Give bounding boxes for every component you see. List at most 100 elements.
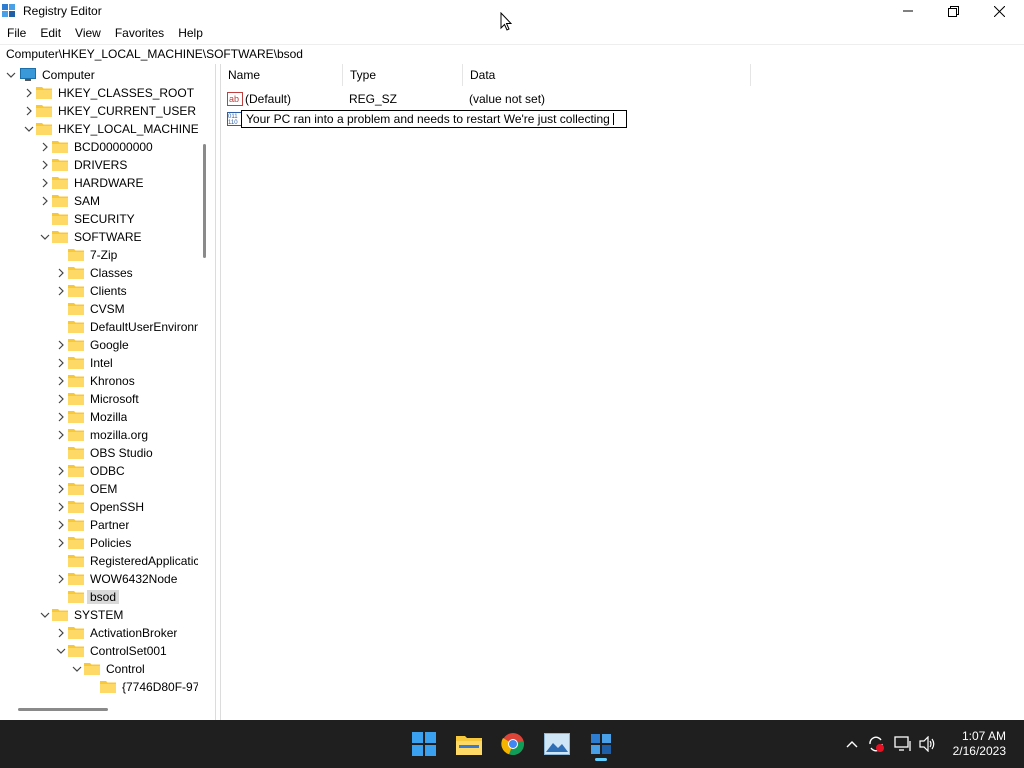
tree-item[interactable]: mozilla.org xyxy=(0,426,200,444)
tree-item[interactable]: WOW6432Node xyxy=(0,570,200,588)
chevron-down-icon[interactable] xyxy=(72,664,82,674)
menu-favorites[interactable]: Favorites xyxy=(107,24,170,42)
taskbar-photos[interactable] xyxy=(539,726,575,762)
chevron-down-icon[interactable] xyxy=(6,70,16,80)
tree-item[interactable]: Microsoft xyxy=(0,390,200,408)
tree-item[interactable]: HKEY_LOCAL_MACHINE xyxy=(0,120,200,138)
taskbar-registry-editor[interactable] xyxy=(583,726,619,762)
chevron-right-icon[interactable] xyxy=(56,538,66,548)
column-header-type[interactable]: Type xyxy=(343,64,463,86)
folder-icon xyxy=(52,231,68,243)
tree-item[interactable]: HKEY_CURRENT_USER xyxy=(0,102,200,120)
minimize-button[interactable] xyxy=(885,0,931,22)
chevron-right-icon[interactable] xyxy=(24,106,34,116)
tree-item[interactable]: SAM xyxy=(0,192,200,210)
tree-item[interactable]: Partner xyxy=(0,516,200,534)
tree-horizontal-scrollbar-thumb[interactable] xyxy=(18,708,108,711)
tree-item[interactable]: Clients xyxy=(0,282,200,300)
column-header-data[interactable]: Data xyxy=(463,64,751,86)
chevron-right-icon[interactable] xyxy=(56,376,66,386)
chevron-right-icon[interactable] xyxy=(56,286,66,296)
tree-item-label: Mozilla xyxy=(90,410,128,424)
title-bar[interactable]: Registry Editor xyxy=(0,0,1024,22)
tree-item[interactable]: ControlSet001 xyxy=(0,642,200,660)
chevron-right-icon[interactable] xyxy=(56,628,66,638)
tree-item[interactable]: Policies xyxy=(0,534,200,552)
tree-item[interactable]: Computer xyxy=(0,66,200,84)
folder-icon xyxy=(52,141,68,153)
tree-item[interactable]: Classes xyxy=(0,264,200,282)
chevron-right-icon[interactable] xyxy=(56,394,66,404)
tree-item[interactable]: OEM xyxy=(0,480,200,498)
folder-icon xyxy=(68,537,84,549)
values-pane[interactable]: Name Type Data ab (Default) REG_SZ (valu… xyxy=(220,64,1024,720)
value-row[interactable]: ab (Default) REG_SZ (value not set) xyxy=(221,90,1021,108)
tree-item[interactable]: OpenSSH xyxy=(0,498,200,516)
tree-item[interactable]: BCD00000000 xyxy=(0,138,200,156)
tree-item[interactable]: CVSM xyxy=(0,300,200,318)
chevron-right-icon[interactable] xyxy=(56,520,66,530)
tree-item[interactable]: RegisteredApplicatic xyxy=(0,552,200,570)
tree-item[interactable]: 7-Zip xyxy=(0,246,200,264)
menu-edit[interactable]: Edit xyxy=(32,24,67,42)
tree-item[interactable]: OBS Studio xyxy=(0,444,200,462)
start-button[interactable] xyxy=(406,726,442,762)
tree-vertical-scrollbar-thumb[interactable] xyxy=(203,144,206,258)
column-header-name[interactable]: Name xyxy=(221,64,343,86)
tree-item[interactable]: bsod xyxy=(0,588,200,606)
menu-help[interactable]: Help xyxy=(170,24,209,42)
chevron-right-icon[interactable] xyxy=(56,466,66,476)
chevron-down-icon[interactable] xyxy=(40,232,50,242)
key-tree-pane[interactable]: Computer HKEY_CLASSES_ROOT HKEY_CURRENT_US… xyxy=(0,64,216,720)
clock[interactable]: 1:07 AM 2/16/2023 xyxy=(946,729,1006,759)
restore-button[interactable] xyxy=(930,0,976,22)
address-path[interactable]: Computer\HKEY_LOCAL_MACHINE\SOFTWARE\bso… xyxy=(6,47,303,61)
chevron-right-icon[interactable] xyxy=(56,430,66,440)
chevron-right-icon[interactable] xyxy=(40,178,50,188)
chevron-right-icon[interactable] xyxy=(40,160,50,170)
show-hidden-icons-button[interactable] xyxy=(842,734,862,754)
tree-item[interactable]: DRIVERS xyxy=(0,156,200,174)
tree-item[interactable]: DefaultUserEnvironn xyxy=(0,318,200,336)
chevron-right-icon[interactable] xyxy=(56,484,66,494)
chevron-down-icon[interactable] xyxy=(24,124,34,134)
chevron-right-icon[interactable] xyxy=(56,502,66,512)
tree-item[interactable]: {7746D80F-97E xyxy=(0,678,200,696)
tree-item[interactable]: Google xyxy=(0,336,200,354)
chevron-down-icon[interactable] xyxy=(40,610,50,620)
chevron-right-icon[interactable] xyxy=(40,196,50,206)
registry-editor-app-icon xyxy=(2,4,15,17)
tree-item[interactable]: SECURITY xyxy=(0,210,200,228)
chevron-right-icon[interactable] xyxy=(40,142,50,152)
menu-view[interactable]: View xyxy=(67,24,107,42)
chevron-right-icon[interactable] xyxy=(56,412,66,422)
tree-item[interactable]: SYSTEM xyxy=(0,606,200,624)
value-name-edit-field[interactable]: Your PC ran into a problem and needs to … xyxy=(241,110,627,128)
chevron-right-icon[interactable] xyxy=(56,268,66,278)
address-bar[interactable]: Computer\HKEY_LOCAL_MACHINE\SOFTWARE\bso… xyxy=(0,44,1024,62)
tree-item[interactable]: Mozilla xyxy=(0,408,200,426)
tree-item[interactable]: Control xyxy=(0,660,200,678)
chevron-down-icon[interactable] xyxy=(56,646,66,656)
close-button[interactable] xyxy=(976,0,1022,22)
taskbar-file-explorer[interactable] xyxy=(451,726,487,762)
tree-item[interactable]: ActivationBroker xyxy=(0,624,200,642)
menu-file[interactable]: File xyxy=(0,24,32,42)
sync-status-button[interactable] xyxy=(866,734,886,754)
tree-item[interactable]: ODBC xyxy=(0,462,200,480)
chevron-right-icon[interactable] xyxy=(56,574,66,584)
tree-item[interactable]: Intel xyxy=(0,354,200,372)
folder-icon xyxy=(68,339,84,351)
taskbar-chrome[interactable] xyxy=(495,726,531,762)
tree-item[interactable]: HKEY_CLASSES_ROOT xyxy=(0,84,200,102)
tree-item[interactable]: SOFTWARE xyxy=(0,228,200,246)
tree-item[interactable]: HARDWARE xyxy=(0,174,200,192)
chevron-right-icon[interactable] xyxy=(56,340,66,350)
chevron-right-icon[interactable] xyxy=(24,88,34,98)
network-button[interactable] xyxy=(893,734,913,754)
svg-text:110: 110 xyxy=(228,120,238,126)
volume-button[interactable] xyxy=(918,734,938,754)
folder-icon xyxy=(52,159,68,171)
tree-item[interactable]: Khronos xyxy=(0,372,200,390)
chevron-right-icon[interactable] xyxy=(56,358,66,368)
